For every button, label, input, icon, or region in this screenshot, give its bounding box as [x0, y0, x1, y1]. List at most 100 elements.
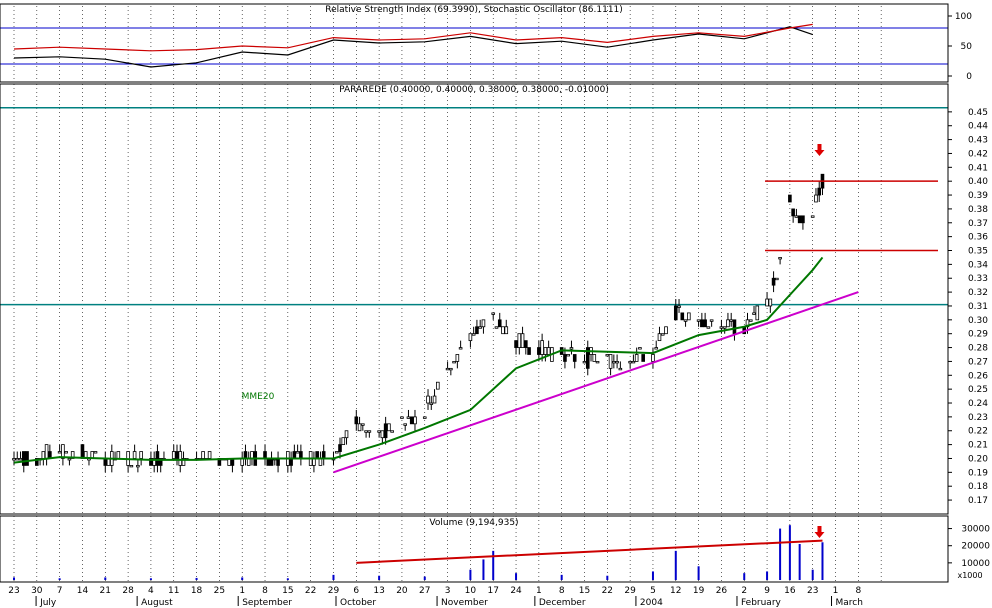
- price-bar: [572, 354, 577, 362]
- price-bar: [618, 367, 623, 371]
- y-tick-label: 0.31: [968, 302, 988, 312]
- price-bar: [295, 451, 300, 454]
- month-label: August: [141, 598, 173, 608]
- price-bar: [641, 354, 645, 362]
- price-bar: [136, 465, 140, 468]
- month-label: December: [539, 598, 586, 608]
- price-bar: [315, 451, 319, 459]
- price-bar: [797, 215, 802, 224]
- price-bar: [814, 194, 818, 203]
- x-tick-label: 1: [833, 586, 839, 596]
- price-bar: [44, 444, 49, 459]
- price-bar: [171, 451, 176, 459]
- x-tick-label: 24: [510, 586, 522, 596]
- price-bar: [364, 430, 368, 433]
- mme20-label: MME20: [242, 392, 275, 402]
- volume-bar: [492, 550, 495, 580]
- volume-bar: [482, 559, 485, 580]
- price-bar: [494, 326, 499, 329]
- price-bar: [334, 451, 339, 454]
- price-bar: [651, 354, 655, 362]
- price-bar: [452, 361, 456, 364]
- price-bar: [57, 451, 62, 454]
- x-tick-label: 29: [624, 586, 636, 596]
- price-bar: [726, 319, 730, 328]
- price-bar: [709, 319, 714, 322]
- price-bar: [429, 402, 434, 405]
- price-bar: [608, 354, 613, 369]
- price-bar: [719, 326, 724, 329]
- volume-unit-label: x1000: [957, 571, 982, 580]
- price-bar: [266, 458, 271, 466]
- month-label: February: [741, 598, 782, 608]
- price-bar: [458, 347, 463, 350]
- price-bar: [12, 458, 16, 461]
- x-tick-label: 22: [305, 586, 316, 596]
- x-tick-label: 21: [100, 586, 111, 596]
- x-tick-label: 9: [764, 586, 770, 596]
- price-bar: [445, 367, 450, 371]
- price-bar: [628, 361, 632, 364]
- y-tick-label: 0.43: [968, 136, 988, 146]
- price-bar: [276, 458, 280, 466]
- price-bar: [406, 416, 411, 419]
- price-bar: [449, 367, 453, 371]
- x-tick-label: 15: [579, 586, 590, 596]
- x-tick-label: 6: [353, 586, 359, 596]
- x-tick-label: 8: [855, 586, 861, 596]
- price-bar: [15, 458, 20, 461]
- y-tick-label: 0.29: [968, 330, 988, 340]
- price-bar: [700, 319, 704, 328]
- price-bar: [292, 451, 297, 459]
- price-bar: [543, 347, 548, 355]
- price-bar: [497, 319, 502, 328]
- x-tick-label: 23: [807, 586, 818, 596]
- x-tick-label: 22: [602, 586, 613, 596]
- x-tick-label: 12: [670, 586, 681, 596]
- month-label: July: [39, 598, 57, 608]
- price-bar: [116, 451, 121, 459]
- price-bar: [657, 333, 662, 342]
- indicator-title: Relative Strength Index (69.3990), Stoch…: [325, 5, 623, 15]
- price-bar: [435, 381, 440, 390]
- price-bar: [775, 277, 779, 281]
- volume-bar: [606, 575, 609, 580]
- y-tick-label: 0.17: [968, 496, 988, 506]
- price-bar: [387, 423, 391, 432]
- price-bar: [788, 194, 792, 203]
- y-tick-label: 20000: [961, 542, 990, 552]
- price-bar: [664, 326, 668, 335]
- price-bar: [139, 451, 143, 459]
- price-bar: [752, 312, 756, 315]
- price-bar: [687, 312, 691, 321]
- x-tick-label: 3: [445, 586, 451, 596]
- price-bar: [537, 347, 541, 355]
- price-bar: [677, 305, 681, 308]
- price-bar: [540, 340, 544, 355]
- x-tick-label: 20: [396, 586, 408, 596]
- y-tick-label: 0.28: [968, 344, 988, 354]
- volume-bar: [798, 544, 801, 580]
- price-bar: [21, 451, 26, 466]
- price-bar: [566, 354, 570, 357]
- y-tick-label: 0.22: [968, 427, 988, 437]
- price-bar: [80, 444, 85, 459]
- y-tick-label: 0.39: [968, 191, 988, 201]
- month-label: November: [441, 598, 488, 608]
- price-bar: [680, 312, 685, 321]
- price-bar: [546, 347, 551, 355]
- price-bar: [67, 458, 72, 461]
- y-tick-label: 0.45: [968, 108, 988, 118]
- price-bar: [683, 319, 688, 322]
- price-bar: [582, 361, 587, 364]
- volume-bar: [811, 569, 814, 580]
- x-tick-label: 11: [168, 586, 179, 596]
- month-label: October: [340, 598, 376, 608]
- price-bar: [178, 451, 183, 466]
- price-bar: [592, 354, 597, 362]
- price-title: PARAREDE (0.40000, 0.40000, 0.38000, 0.3…: [339, 85, 609, 95]
- price-bar: [318, 458, 323, 466]
- y-tick-label: 0.37: [968, 219, 988, 229]
- price-bar: [175, 451, 179, 459]
- volume-bar: [241, 577, 244, 580]
